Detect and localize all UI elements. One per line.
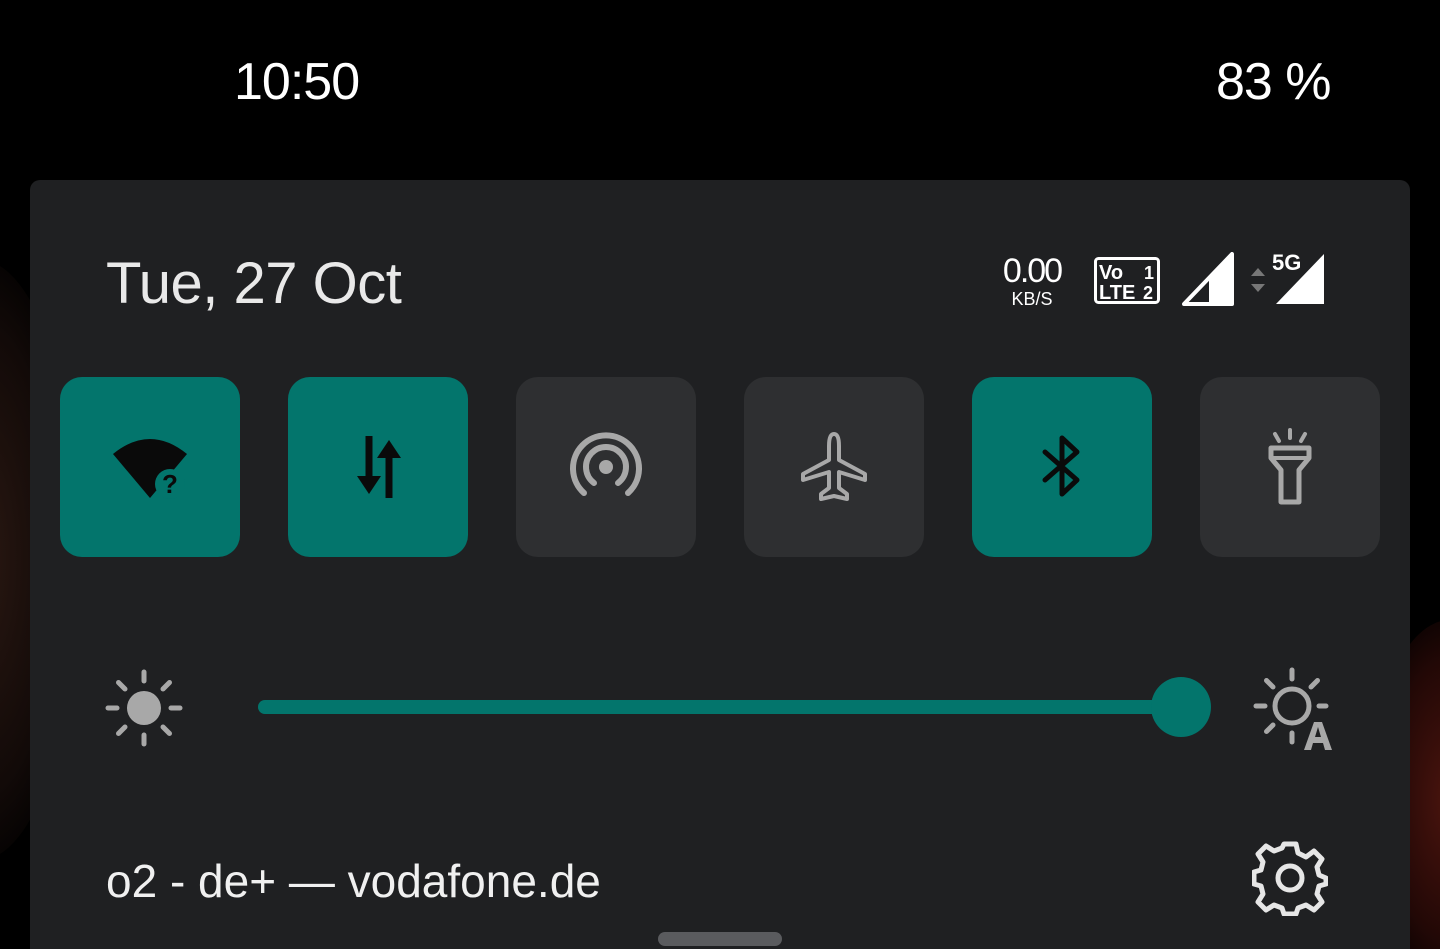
carrier-label: o2 - de+ — vodafone.de [106,855,601,907]
gear-icon[interactable] [1252,840,1328,916]
sun-icon [105,669,183,747]
status-time: 10:50 [234,53,360,111]
flashlight-icon [1268,428,1312,505]
airplane-icon [801,432,867,501]
tile-wifi[interactable]: ? [60,377,240,557]
network-speed-unit: KB/S [1011,289,1053,309]
battery-percentage: 83 % [1216,53,1332,111]
date-label[interactable]: Tue, 27 Oct [106,250,402,317]
volte-label-lte: LTE [1099,282,1135,304]
signal-strength-5g-icon [1276,254,1324,304]
data-transfer-icon [357,436,401,498]
data-activity-icon [1251,268,1265,292]
brightness-slider-thumb[interactable] [1151,677,1211,737]
panel-drag-handle[interactable] [658,932,782,946]
hotspot-icon [570,432,642,496]
signal-strength-icon [1182,252,1234,306]
quick-settings-panel: Tue, 27 Oct 0.00 KB/S Vo LTE 1 2 5G ? o2… [30,180,1410,949]
tile-flashlight[interactable] [1200,377,1380,557]
tile-mobile-data[interactable] [288,377,468,557]
bluetooth-icon [1042,435,1080,497]
volte-label-vo: Vo [1099,262,1123,284]
tile-hotspot[interactable] [516,377,696,557]
sim2-label: 2 [1143,283,1153,303]
svg-text:?: ? [162,469,178,499]
tile-airplane-mode[interactable] [744,377,924,557]
brightness-slider-fill [258,700,1181,714]
wifi-question-icon: ? [113,439,187,499]
network-speed-value: 0.00 [1002,252,1063,290]
network-speed: 0.00 KB/S [996,254,1068,308]
volte-icon: Vo LTE 1 2 [1094,257,1160,304]
brightness-slider[interactable] [258,677,1211,737]
tile-bluetooth[interactable] [972,377,1152,557]
screen: 10:50 83 % Tue, 27 Oct 0.00 KB/S Vo LTE … [0,0,1440,949]
auto-brightness-icon[interactable] [1252,666,1342,756]
sim1-label: 1 [1144,263,1154,283]
